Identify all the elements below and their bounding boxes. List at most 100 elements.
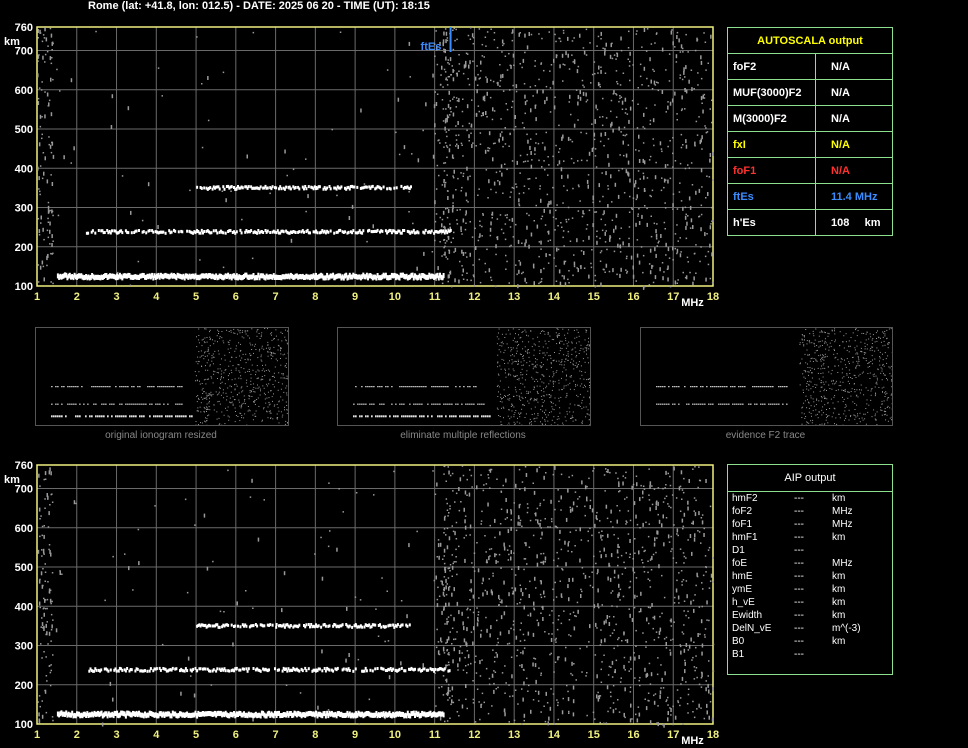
noise-dot xyxy=(512,620,515,622)
noise-dot xyxy=(283,571,286,576)
trace-point xyxy=(434,667,437,671)
noise-dot xyxy=(697,84,699,86)
trace-point xyxy=(222,185,225,189)
noise-dot xyxy=(225,198,227,203)
thumb-noise xyxy=(269,349,271,350)
thumb-noise xyxy=(229,385,231,387)
noise-dot xyxy=(663,638,666,640)
thumb-noise xyxy=(243,395,245,397)
noise-dot xyxy=(593,138,596,141)
noise-dot xyxy=(52,154,55,159)
noise-dot xyxy=(629,178,631,183)
noise-dot xyxy=(599,260,602,262)
noise-dot xyxy=(489,96,492,99)
trace-point xyxy=(162,230,165,234)
noise-dot xyxy=(607,188,610,190)
noise-dot xyxy=(432,470,434,472)
thumb-noise xyxy=(270,412,272,414)
noise-dot xyxy=(708,660,710,662)
noise-dot xyxy=(669,619,672,622)
x-tick-label: 10 xyxy=(389,291,401,303)
noise-dot xyxy=(628,226,631,228)
noise-dot xyxy=(670,535,672,538)
noise-dot xyxy=(510,627,512,630)
thumb-noise xyxy=(281,416,283,418)
noise-dot xyxy=(449,717,451,719)
thumb-noise xyxy=(241,404,242,406)
thumb-noise xyxy=(206,395,208,397)
noise-dot xyxy=(698,703,700,708)
noise-dot xyxy=(536,619,538,622)
noise-dot xyxy=(467,616,469,619)
noise-dot xyxy=(445,578,447,583)
noise-dot xyxy=(651,555,653,560)
noise-dot xyxy=(520,598,522,601)
noise-dot xyxy=(620,227,622,229)
thumb-noise xyxy=(262,364,263,366)
noise-dot xyxy=(251,478,253,483)
noise-dot xyxy=(571,507,574,512)
thumb-noise xyxy=(212,353,214,355)
noise-dot xyxy=(556,247,558,252)
noise-dot xyxy=(537,622,540,627)
noise-dot xyxy=(39,193,41,196)
noise-dot xyxy=(485,45,487,47)
thumb-noise xyxy=(224,354,226,356)
noise-dot xyxy=(577,65,580,68)
noise-dot xyxy=(558,500,560,503)
thumb-noise xyxy=(209,331,210,333)
noise-dot xyxy=(627,510,630,512)
noise-dot xyxy=(478,597,480,599)
noise-dot xyxy=(624,639,627,642)
trace-point xyxy=(424,228,427,232)
noise-dot xyxy=(665,111,667,113)
thumb-noise xyxy=(205,383,207,385)
noise-dot xyxy=(461,144,463,146)
noise-dot xyxy=(634,656,636,661)
noise-dot xyxy=(665,179,667,181)
noise-dot xyxy=(685,557,687,559)
noise-dot xyxy=(441,686,443,688)
noise-dot xyxy=(469,252,471,257)
thumb-noise xyxy=(213,370,215,372)
thumb-noise xyxy=(197,356,199,358)
noise-dot xyxy=(466,650,469,652)
trace-point xyxy=(130,668,133,672)
noise-dot xyxy=(624,134,626,137)
thumb-noise xyxy=(242,390,244,392)
noise-dot xyxy=(523,681,525,686)
thumb-noise xyxy=(264,398,266,400)
thumb-noise xyxy=(241,336,243,338)
noise-dot xyxy=(647,692,650,694)
noise-dot xyxy=(673,602,676,604)
noise-dot xyxy=(691,184,694,186)
noise-dot xyxy=(461,652,463,654)
noise-dot xyxy=(577,210,580,212)
noise-dot xyxy=(513,719,516,722)
noise-dot xyxy=(46,92,49,97)
noise-dot xyxy=(610,521,612,523)
noise-dot xyxy=(49,56,52,61)
noise-dot xyxy=(677,595,680,600)
noise-dot xyxy=(466,104,469,109)
noise-dot xyxy=(519,154,522,157)
thumb-noise xyxy=(210,394,212,396)
noise-dot xyxy=(669,101,672,106)
noise-dot xyxy=(552,588,554,591)
noise-dot xyxy=(633,652,635,654)
noise-dot xyxy=(447,209,450,214)
noise-dot xyxy=(478,188,480,190)
noise-dot xyxy=(601,530,603,532)
trace-point xyxy=(259,185,262,189)
noise-dot xyxy=(698,466,700,468)
trace-point xyxy=(356,185,359,189)
noise-dot xyxy=(635,198,638,201)
thumb-noise xyxy=(239,420,241,422)
noise-dot xyxy=(559,40,562,43)
noise-dot xyxy=(520,588,522,593)
noise-dot xyxy=(598,606,600,609)
noise-dot xyxy=(618,711,621,713)
thumb-noise xyxy=(203,397,205,399)
noise-dot xyxy=(492,572,494,575)
noise-dot xyxy=(490,279,493,281)
